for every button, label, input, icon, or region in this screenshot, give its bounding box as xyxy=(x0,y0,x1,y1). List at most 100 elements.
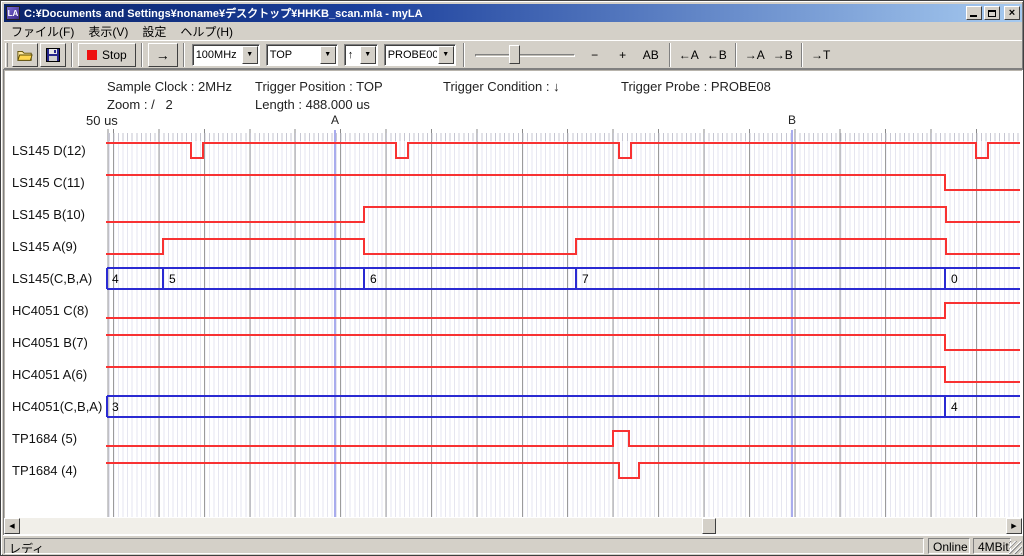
chevron-down-icon[interactable]: ▼ xyxy=(320,46,336,64)
time-scale-label: 50 us xyxy=(86,113,118,128)
goto-trigger-button[interactable]: →T xyxy=(808,43,834,67)
trigger-condition-info: Trigger Condition : ↓ xyxy=(443,79,560,94)
stop-label: Stop xyxy=(102,48,127,62)
trigger-condition-value: ↑ xyxy=(345,49,359,61)
close-button[interactable]: × xyxy=(1004,6,1020,20)
waveform-digital xyxy=(106,367,1020,382)
waveform-digital xyxy=(106,431,1020,446)
sample-clock-info: Sample Clock : 2MHz xyxy=(107,79,232,94)
bus-value: 6 xyxy=(370,272,377,286)
trigger-probe-value: PROBE00 xyxy=(385,49,437,61)
toolbar-separator xyxy=(669,43,671,67)
zoom-slider[interactable] xyxy=(473,43,577,67)
toolbar-separator xyxy=(141,43,143,67)
goto-a-right-button[interactable]: →A xyxy=(742,43,768,67)
waveform-digital xyxy=(106,335,1020,350)
toolbar: Stop → 100MHz ▼ TOP ▼ ↑ ▼ PROBE00 ▼ − + xyxy=(4,40,1022,69)
zoom-in-button[interactable]: + xyxy=(610,43,636,67)
waveform-digital xyxy=(106,239,1020,254)
goto-b-right-button[interactable]: →B xyxy=(770,43,796,67)
minimize-icon xyxy=(970,15,977,17)
bus-value: 4 xyxy=(112,272,119,286)
waveform-digital xyxy=(106,303,1020,318)
status-message: レディ xyxy=(4,538,924,554)
signal-label: LS145(C,B,A) xyxy=(12,271,92,287)
marker-b-label: B xyxy=(786,113,798,127)
ab-range-button[interactable]: AB xyxy=(638,43,664,67)
trigger-condition-select[interactable]: ↑ ▼ xyxy=(344,44,378,66)
open-folder-icon xyxy=(17,48,33,62)
chevron-down-icon[interactable]: ▼ xyxy=(242,46,258,64)
waveform-client-area: Sample Clock : 2MHz Trigger Position : T… xyxy=(3,69,1023,535)
trigger-position-select[interactable]: TOP ▼ xyxy=(266,44,338,66)
signal-label: HC4051(C,B,A) xyxy=(12,399,102,415)
maximize-button[interactable] xyxy=(984,6,1000,20)
waveform-digital xyxy=(106,463,1020,478)
slider-thumb[interactable] xyxy=(509,45,520,64)
sample-clock-value: 100MHz xyxy=(193,49,241,61)
open-file-button[interactable] xyxy=(12,43,38,67)
bus-value: 5 xyxy=(169,272,176,286)
scroll-left-button[interactable]: ◀ xyxy=(4,518,20,534)
save-button[interactable] xyxy=(40,43,66,67)
signal-label: TP1684 (5) xyxy=(12,431,77,447)
toolbar-separator xyxy=(801,43,803,67)
title-bar: LA C:¥Documents and Settings¥noname¥デスクト… xyxy=(4,4,1022,22)
resize-grip-icon[interactable] xyxy=(1009,541,1022,554)
bus-value: 0 xyxy=(951,272,958,286)
toolbar-separator xyxy=(183,43,185,67)
bus-value: 3 xyxy=(112,400,119,414)
signal-label: LS145 B(10) xyxy=(12,207,85,223)
zoom-info: Zoom : / 2 xyxy=(107,97,173,112)
signal-label: HC4051 B(7) xyxy=(12,335,88,351)
goto-a-left-button[interactable]: ←A xyxy=(676,43,702,67)
menu-bar: ファイル(F)表示(V)設定ヘルプ(H) xyxy=(4,22,1022,40)
menu-item[interactable]: 設定 xyxy=(135,22,173,41)
run-arrow-icon: → xyxy=(156,47,170,63)
zoom-out-button[interactable]: − xyxy=(582,43,608,67)
toolbar-separator xyxy=(463,43,465,67)
maximize-icon xyxy=(988,10,996,17)
menu-item[interactable]: ファイル(F) xyxy=(4,22,81,41)
floppy-disk-icon xyxy=(46,48,60,62)
signal-label: LS145 C(11) xyxy=(12,175,85,191)
waveform-plot: 4 5 6 7 0 3 4 xyxy=(106,129,1020,517)
trigger-probe-select[interactable]: PROBE00 ▼ xyxy=(384,44,456,66)
sample-clock-select[interactable]: 100MHz ▼ xyxy=(192,44,260,66)
goto-b-left-button[interactable]: ←B xyxy=(704,43,730,67)
scroll-right-button[interactable]: ▶ xyxy=(1006,518,1022,534)
waveform-bus xyxy=(107,396,1020,417)
chevron-down-icon[interactable]: ▼ xyxy=(438,46,454,64)
run-button[interactable]: → xyxy=(148,43,178,67)
toolbar-separator xyxy=(71,43,73,67)
toolbar-grip[interactable] xyxy=(5,43,8,67)
app-icon: LA xyxy=(6,6,20,20)
menu-item[interactable]: 表示(V) xyxy=(81,22,135,41)
stop-icon xyxy=(87,50,97,60)
marker-a-label: A xyxy=(329,113,341,127)
trigger-position-value: TOP xyxy=(267,49,319,61)
trigger-probe-info: Trigger Probe : PROBE08 xyxy=(621,79,771,94)
signal-label: HC4051 A(6) xyxy=(12,367,87,383)
window-title: C:¥Documents and Settings¥noname¥デスクトップ¥… xyxy=(24,5,966,21)
chevron-down-icon[interactable]: ▼ xyxy=(360,46,376,64)
close-icon: × xyxy=(1009,8,1015,18)
menu-item[interactable]: ヘルプ(H) xyxy=(173,22,240,41)
horizontal-scrollbar[interactable]: ◀ ▶ xyxy=(4,518,1022,534)
signal-label: HC4051 C(8) xyxy=(12,303,89,319)
status-bar: レディ Online 4MBit xyxy=(3,535,1023,555)
bus-value: 7 xyxy=(582,272,589,286)
signal-label: TP1684 (4) xyxy=(12,463,77,479)
signal-label: LS145 A(9) xyxy=(12,239,77,255)
length-info: Length : 488.000 us xyxy=(255,97,370,112)
minimize-button[interactable] xyxy=(966,6,982,20)
waveform-digital xyxy=(106,143,1020,158)
toolbar-separator xyxy=(735,43,737,67)
waveform-digital xyxy=(106,175,1020,190)
waveform-digital xyxy=(106,207,1020,222)
slider-track xyxy=(475,54,575,57)
app-window: LA C:¥Documents and Settings¥noname¥デスクト… xyxy=(0,0,1024,556)
bus-value: 4 xyxy=(951,400,958,414)
stop-button[interactable]: Stop xyxy=(78,43,136,67)
scroll-thumb[interactable] xyxy=(702,518,716,534)
